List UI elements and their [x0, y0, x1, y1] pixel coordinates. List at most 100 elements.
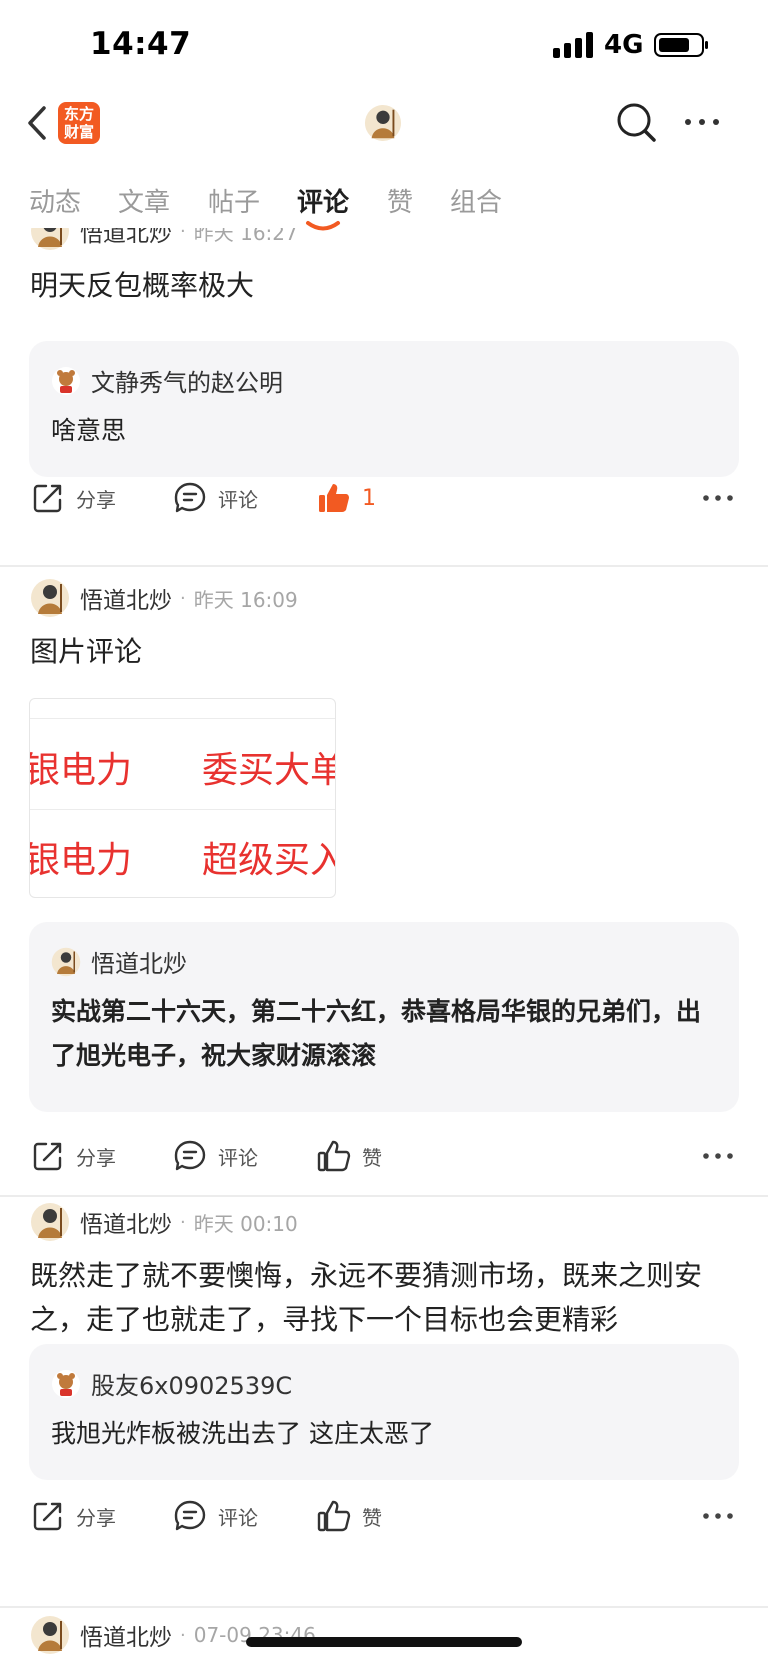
- share-icon: [33, 1502, 62, 1531]
- comment-button[interactable]: 评论: [172, 476, 258, 520]
- quoted-text: 我旭光炸板被洗出去了 这庄太恶了: [51, 1419, 434, 1448]
- logo-line-2: 财富: [63, 123, 94, 141]
- author-name[interactable]: 悟道北炒: [80, 581, 172, 615]
- signal-icon: [553, 32, 593, 58]
- quoted-comment[interactable]: 悟道北炒 实战第二十六天，第二十六红，恭喜格局华银的兄弟们，出了旭光电子，祝大家…: [29, 922, 739, 1112]
- share-icon: [33, 484, 62, 513]
- comment-image[interactable]: 银电力 委买大单 银电力 超级买入: [29, 698, 336, 898]
- author-name[interactable]: 悟道北炒: [80, 1205, 172, 1239]
- share-icon: [33, 1142, 62, 1171]
- author-row: 悟道北炒 · 昨天 16:09: [30, 577, 298, 619]
- tab-comments[interactable]: 评论: [297, 182, 349, 219]
- status-bar: 14:47 4G: [0, 0, 768, 92]
- action-bar: 分享 评论 1: [0, 476, 768, 520]
- comment-item: 悟道北炒 · 昨天 16:27 明天反包概率极大 文静秀气的赵公明 啥意思 分享…: [0, 228, 768, 566]
- quoted-author-row: 股友6x0902539C: [51, 1366, 292, 1401]
- quoted-author-row: 文静秀气的赵公明: [51, 363, 283, 398]
- share-button[interactable]: 分享: [30, 1134, 116, 1178]
- image-text: 银电力: [29, 840, 133, 881]
- share-label: 分享: [76, 1145, 116, 1170]
- author-avatar-icon[interactable]: [30, 1202, 70, 1242]
- battery-icon: [654, 33, 708, 57]
- author-row: 悟道北炒 · 昨天 16:27: [30, 228, 298, 252]
- more-actions-icon[interactable]: [698, 1494, 738, 1538]
- user-avatar-icon[interactable]: [364, 104, 402, 142]
- comment-icon: [174, 482, 206, 513]
- like-count: 1: [362, 485, 376, 511]
- back-arrow-icon[interactable]: [20, 100, 56, 146]
- like-button[interactable]: 赞: [316, 1134, 382, 1178]
- quoted-author-row: 悟道北炒: [51, 944, 187, 979]
- author-avatar-icon[interactable]: [30, 578, 70, 618]
- home-indicator[interactable]: [246, 1637, 522, 1647]
- comment-item: 悟道北炒 · 昨天 00:10 既然走了就不要懊悔，永远不要猜测市场，既来之则安…: [0, 1196, 768, 1606]
- comment-button[interactable]: 评论: [172, 1134, 258, 1178]
- comment-label: 评论: [218, 1505, 258, 1530]
- author-name[interactable]: 悟道北炒: [80, 228, 172, 248]
- post-time: 昨天 16:09: [193, 587, 298, 612]
- comment-text[interactable]: 图片评论: [30, 630, 742, 674]
- tab-articles[interactable]: 文章: [118, 182, 170, 219]
- separator-dot: ·: [180, 1211, 186, 1233]
- more-options-icon[interactable]: [680, 102, 726, 142]
- like-label: 赞: [362, 1505, 382, 1530]
- comment-feed: 悟道北炒 · 昨天 16:27 明天反包概率极大 文静秀气的赵公明 啥意思 分享…: [0, 228, 768, 1662]
- network-type: 4G: [604, 30, 644, 60]
- share-label: 分享: [76, 1505, 116, 1530]
- quoted-avatar-icon: [52, 1369, 80, 1398]
- share-button[interactable]: 分享: [30, 1494, 116, 1538]
- separator-dot: ·: [180, 587, 186, 609]
- image-text: 超级买入: [202, 840, 336, 881]
- quoted-author-name: 股友6x0902539C: [91, 1372, 293, 1400]
- app-logo: 东方 财富: [58, 102, 100, 144]
- quoted-author-name: 文静秀气的赵公明: [91, 369, 283, 397]
- author-row: 悟道北炒 · 07-09 23:46: [30, 1614, 316, 1656]
- author-row: 悟道北炒 · 昨天 00:10: [30, 1201, 298, 1243]
- comment-button[interactable]: 评论: [172, 1494, 258, 1538]
- comment-label: 评论: [218, 1145, 258, 1170]
- author-avatar-icon[interactable]: [30, 228, 70, 251]
- author-name[interactable]: 悟道北炒: [80, 1618, 172, 1652]
- action-bar: 分享 评论 赞: [0, 1494, 768, 1538]
- author-avatar-icon[interactable]: [30, 1615, 70, 1655]
- image-text: 银电力: [29, 750, 133, 791]
- tab-likes[interactable]: 赞: [387, 182, 413, 219]
- quoted-avatar-icon: [51, 947, 81, 976]
- image-grid-line: [30, 809, 335, 810]
- status-time: 14:47: [90, 26, 192, 62]
- quoted-avatar-icon: [52, 366, 80, 395]
- nav-header: 东方 财富: [0, 92, 768, 152]
- thumbs-up-filled-icon: [319, 484, 349, 512]
- more-actions-icon[interactable]: [698, 476, 738, 520]
- tab-posts[interactable]: 帖子: [208, 182, 260, 219]
- share-button[interactable]: 分享: [30, 476, 116, 520]
- share-label: 分享: [76, 487, 116, 512]
- quoted-text: 实战第二十六天，第二十六红，恭喜格局华银的兄弟们，出了旭光电子，祝大家财源滚滚: [51, 997, 702, 1070]
- comment-label: 评论: [218, 487, 258, 512]
- separator-dot: ·: [180, 228, 186, 242]
- comment-text[interactable]: 明天反包概率极大: [30, 264, 742, 308]
- separator-dot: ·: [180, 1624, 186, 1646]
- comment-item: 悟道北炒 · 昨天 16:09 图片评论 银电力 委买大单 银电力 超级买入 悟…: [0, 566, 768, 1172]
- like-label: 赞: [362, 1145, 382, 1170]
- more-actions-icon[interactable]: [698, 1134, 738, 1178]
- post-time: 昨天 00:10: [193, 1211, 298, 1236]
- quoted-author-name: 悟道北炒: [91, 950, 187, 978]
- search-icon[interactable]: [614, 100, 660, 146]
- tab-dynamic[interactable]: 动态: [29, 182, 81, 219]
- comment-icon: [174, 1500, 206, 1531]
- logo-line-1: 东方: [63, 105, 94, 123]
- thumbs-up-icon: [317, 1500, 351, 1532]
- quoted-comment[interactable]: 股友6x0902539C 我旭光炸板被洗出去了 这庄太恶了: [29, 1344, 739, 1480]
- tab-portfolios[interactable]: 组合: [450, 182, 502, 219]
- thumbs-up-icon: [317, 1140, 351, 1172]
- comment-icon: [174, 1140, 206, 1171]
- comment-item: 悟道北炒 · 07-09 23:46: [0, 1608, 768, 1662]
- quoted-comment[interactable]: 文静秀气的赵公明 啥意思: [29, 341, 739, 477]
- action-bar: 分享 评论 赞: [0, 1134, 768, 1178]
- like-button[interactable]: 赞: [316, 1494, 382, 1538]
- like-button[interactable]: 1: [316, 476, 376, 520]
- comment-text[interactable]: 既然走了就不要懊悔，永远不要猜测市场，既来之则安之，走了也就走了，寻找下一个目标…: [30, 1254, 742, 1342]
- image-text: 委买大单: [202, 750, 336, 791]
- profile-tabs: 动态 文章 帖子 评论 赞 组合: [0, 172, 768, 231]
